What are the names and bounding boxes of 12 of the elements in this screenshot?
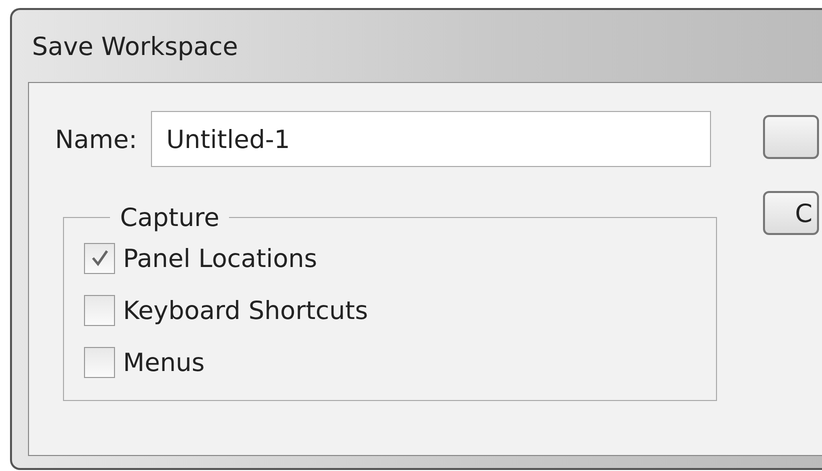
- option-label: Menus: [123, 348, 205, 376]
- button[interactable]: [763, 115, 819, 159]
- button[interactable]: C: [763, 191, 819, 235]
- checkbox[interactable]: [84, 346, 115, 378]
- window-title: Save Workspace: [31, 30, 239, 62]
- name-field[interactable]: Untitled-1: [151, 111, 712, 167]
- option-label: Panel Locations: [123, 244, 318, 272]
- name-label: Name:: [55, 124, 138, 154]
- option-label: Keyboard Shortcuts: [123, 296, 368, 324]
- checkbox[interactable]: [84, 294, 115, 326]
- capture-legend: Capture: [110, 203, 230, 232]
- checkbox[interactable]: [84, 242, 115, 274]
